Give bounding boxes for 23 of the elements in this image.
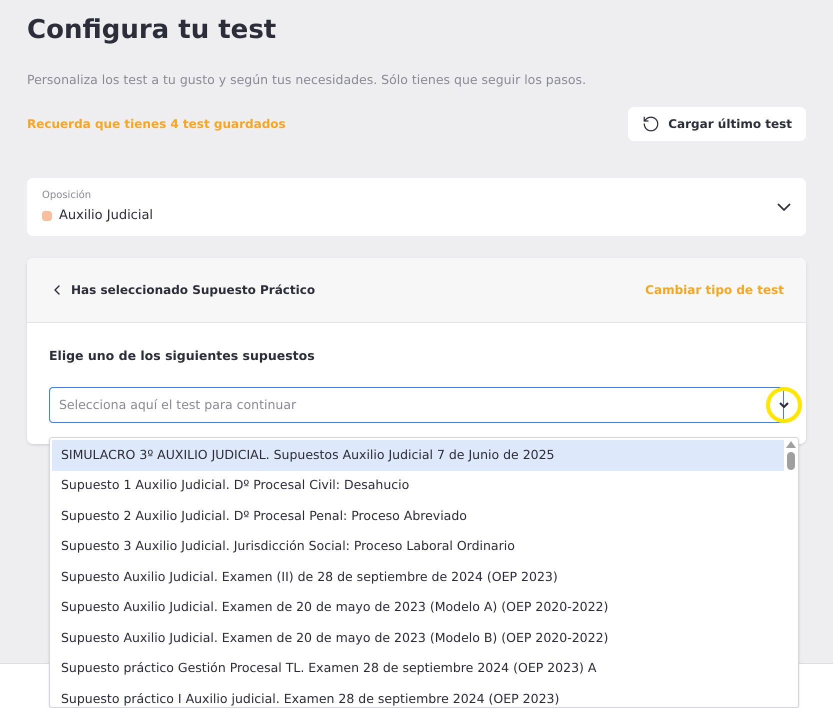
chevron-down-icon — [777, 202, 791, 211]
saved-tests-notice: Recuerda que tienes 4 test guardados — [27, 116, 286, 133]
reload-icon — [642, 114, 660, 133]
page-title: Configura tu test — [27, 14, 276, 47]
page-subtitle: Personaliza los test a tu gusto y según tus necesidades. Sólo tienes que seguir los pasos. — [27, 71, 586, 89]
oposicion-select[interactable]: Oposición Auxilio Judicial — [27, 178, 806, 236]
dropdown-option[interactable]: SIMULACRO 3º AUXILIO JUDICIAL. Supuestos Auxilio Judicial 7 de Junio de 2025 — [52, 440, 784, 470]
dropdown-option[interactable]: Supuesto práctico Gestión Procesal TL. Examen 28 de septiembre 2024 (OEP 2023) A — [52, 654, 784, 684]
field-value: Auxilio Judicial — [59, 207, 154, 225]
dropdown-option[interactable]: Supuesto Auxilio Judicial. Examen de 20 de mayo de 2023 (Modelo A) (OEP 2020-2022) — [52, 592, 784, 623]
dropdown-option[interactable]: Supuesto Auxilio Judicial. Examen de 20 de mayo de 2023 (Modelo B) (OEP 2020-2022) — [52, 623, 784, 654]
load-last-test-button[interactable]: Cargar último test — [628, 106, 806, 141]
dropdown-option[interactable]: Supuesto 3 Auxilio Judicial. Jurisdicción Social: Proceso Laboral Ordinario — [52, 532, 784, 562]
dropdown-option[interactable]: Supuesto 2 Auxilio Judicial. Dº Procesal Penal: Proceso Abreviado — [52, 501, 784, 532]
chevron-down-icon — [779, 402, 789, 408]
dropdown-option[interactable]: Supuesto Auxilio Judicial. Examen (II) de 28 de septiembre de 2024 (OEP 2023) — [52, 562, 784, 592]
question-label: Elige uno de los siguientes supuestos — [49, 346, 315, 365]
highlight-ring — [766, 386, 802, 422]
back-button[interactable]: Has seleccionado Supuesto Práctico — [49, 280, 316, 299]
dropdown-option[interactable]: Supuesto práctico I Auxilio judicial. Examen 28 de septiembre 2024 (OEP 2023) — [52, 684, 784, 707]
field-label: Oposición — [42, 189, 92, 203]
dropdown-option[interactable]: Supuesto 1 Auxilio Judicial. Dº Procesal Civil: Desahucio — [52, 470, 784, 501]
test-select-field[interactable]: Selecciona aquí el test para continuar — [49, 386, 784, 422]
